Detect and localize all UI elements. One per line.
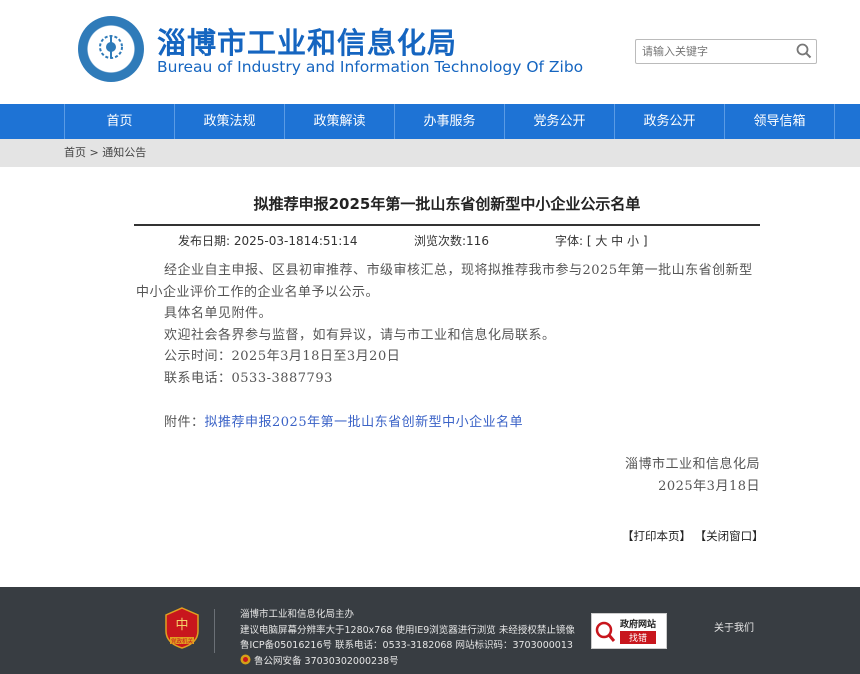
attachment-line: 附件：拟推荐申报2025年第一批山东省创新型中小企业名单 [164, 415, 524, 430]
signature-date: 2025年3月18日 [658, 479, 760, 494]
signature-org: 淄博市工业和信息化局 [624, 457, 760, 472]
svg-text:找错: 找错 [629, 632, 647, 644]
svg-text:政府网站: 政府网站 [620, 618, 656, 630]
search-box [635, 39, 817, 64]
bureau-logo-icon[interactable] [78, 16, 144, 82]
nav-item-policy[interactable]: 政策法规 [175, 104, 285, 139]
footer-host: 淄博市工业和信息化局主办 [240, 609, 355, 620]
main-nav: 首页 政策法规 政策解读 办事服务 党务公开 政务公开 领导信箱 [0, 104, 860, 139]
breadcrumb-current[interactable]: 通知公告 [102, 146, 146, 159]
article-body: 经企业自主申报、区县初审推荐、市级审核汇总，现将拟推荐我市参与2025年第一批山… [136, 260, 764, 389]
error-report-icon: 政府网站 找错 [595, 618, 656, 644]
nav-item-home[interactable]: 首页 [65, 104, 175, 139]
search-icon[interactable] [796, 43, 812, 59]
paragraph-phone: 联系电话：0533-3887793 [164, 370, 333, 386]
svg-text:中: 中 [175, 618, 188, 633]
nav-item-leader-mailbox[interactable]: 领导信箱 [725, 104, 835, 139]
footer-divider [214, 609, 215, 653]
page-actions: 【打印本页】 【关闭窗口】 [622, 528, 764, 544]
nav-item-party-affairs[interactable]: 党务公开 [505, 104, 615, 139]
gov-website-error-report-badge[interactable]: 政府网站 找错 [591, 613, 667, 649]
paragraph-period: 公示时间：2025年3月18日至3月20日 [164, 349, 401, 364]
breadcrumb-separator: > [89, 146, 99, 159]
police-badge-icon [240, 654, 251, 664]
footer-police-record[interactable]: 鲁公网安备 37030302000238号 [240, 654, 575, 670]
party-gov-emblem-icon[interactable]: 中 党政机关 [164, 607, 200, 649]
about-us-link[interactable]: 关于我们 [714, 619, 754, 634]
footer-icp: 鲁ICP备05016216号 联系电话：0533-3182068 网站标识码：3… [240, 640, 573, 651]
paragraph-intro: 经企业自主申报、区县初审推荐、市级审核汇总，现将拟推荐我市参与2025年第一批山… [136, 263, 753, 300]
font-size-switch: 字体: [ 大 中 小 ] [555, 234, 648, 248]
attachment-link[interactable]: 拟推荐申报2025年第一批山东省创新型中小企业名单 [205, 415, 524, 430]
footer-info: 淄博市工业和信息化局主办 建议电脑屏幕分辨率大于1280x768 使用IE9浏览… [240, 607, 575, 669]
view-count: 浏览次数:116 [414, 234, 489, 248]
nav-item-policy-interpretation[interactable]: 政策解读 [285, 104, 395, 139]
paragraph-attachment-note: 具体名单见附件。 [164, 306, 273, 321]
print-page-button[interactable]: 【打印本页】 [622, 529, 691, 543]
nav-item-services[interactable]: 办事服务 [395, 104, 505, 139]
publish-date: 发布日期: 2025-03-1814:51:14 [178, 234, 358, 248]
paragraph-supervision: 欢迎社会各界参与监督，如有异议，请与市工业和信息化局联系。 [164, 327, 556, 343]
article-title: 拟推荐申报2025年第一批山东省创新型中小企业公示名单 [253, 195, 641, 213]
site-header: 淄博市工业和信息化局 Bureau of Industry and Inform… [0, 0, 860, 104]
footer-resolution-note: 建议电脑屏幕分辨率大于1280x768 使用IE9浏览器进行浏览 未经授权禁止镜… [240, 624, 575, 636]
svg-text:党政机关: 党政机关 [171, 637, 194, 645]
search-input[interactable] [642, 41, 790, 62]
site-footer: 中 党政机关 淄博市工业和信息化局主办 建议电脑屏幕分辨率大于1280x768 … [0, 587, 860, 674]
title-divider [134, 224, 760, 226]
site-title-en: Bureau of Industry and Information Techn… [157, 58, 584, 76]
site-title-cn: 淄博市工业和信息化局 [157, 26, 458, 60]
breadcrumb-bar: 首页 > 通知公告 [0, 139, 860, 167]
close-window-button[interactable]: 【关闭窗口】 [695, 529, 764, 543]
breadcrumb-home[interactable]: 首页 [64, 146, 86, 159]
nav-item-gov-affairs[interactable]: 政务公开 [615, 104, 725, 139]
font-size-options[interactable]: [ 大 中 小 ] [587, 234, 648, 248]
breadcrumb: 首页 > 通知公告 [64, 139, 146, 167]
